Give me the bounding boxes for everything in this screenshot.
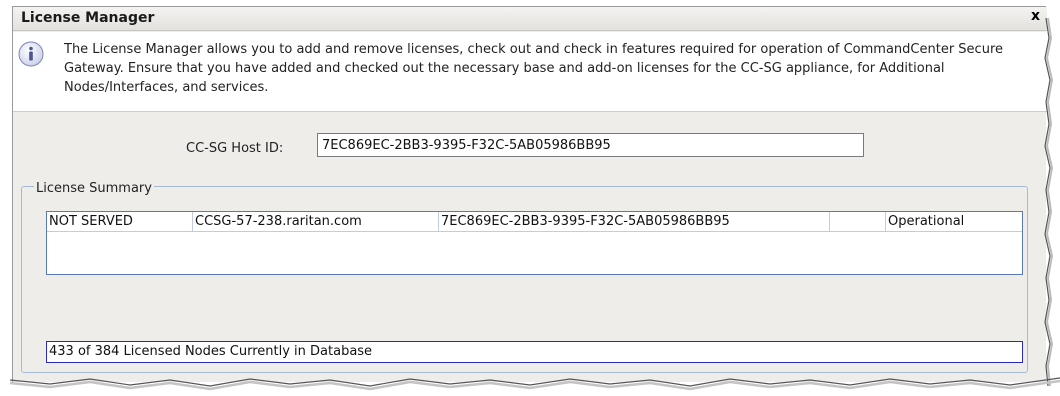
torn-edge-bottom: [10, 377, 1060, 391]
licensed-nodes-status: 433 of 384 Licensed Nodes Currently in D…: [46, 341, 1023, 363]
host-id-field[interactable]: [317, 133, 864, 157]
torn-edge-right: [1044, 18, 1054, 386]
info-panel: The License Manager allows you to add an…: [13, 32, 1047, 112]
served-cell: NOT SERVED: [47, 212, 193, 232]
status-cell: Operational: [888, 214, 965, 229]
host-id-label: CC-SG Host ID:: [186, 141, 284, 156]
blank-cell: [830, 212, 886, 232]
host-id-cell: 7EC869EC-2BB3-9395-F32C-5AB05986BB95: [439, 212, 830, 232]
info-icon: [18, 41, 44, 67]
license-manager-dialog: License Manager x The License Manager al…: [12, 6, 1047, 382]
info-description: The License Manager allows you to add an…: [64, 42, 1003, 95]
table-row[interactable]: NOT SERVED CCSG-57-238.raritan.com 7EC86…: [47, 212, 1022, 232]
license-summary-legend: License Summary: [34, 181, 154, 196]
title-bar[interactable]: License Manager x: [13, 7, 1047, 31]
dialog-title: License Manager: [21, 10, 155, 26]
close-icon[interactable]: x: [1031, 8, 1040, 24]
server-cell: CCSG-57-238.raritan.com: [193, 212, 439, 232]
license-table[interactable]: NOT SERVED CCSG-57-238.raritan.com 7EC86…: [46, 211, 1023, 275]
